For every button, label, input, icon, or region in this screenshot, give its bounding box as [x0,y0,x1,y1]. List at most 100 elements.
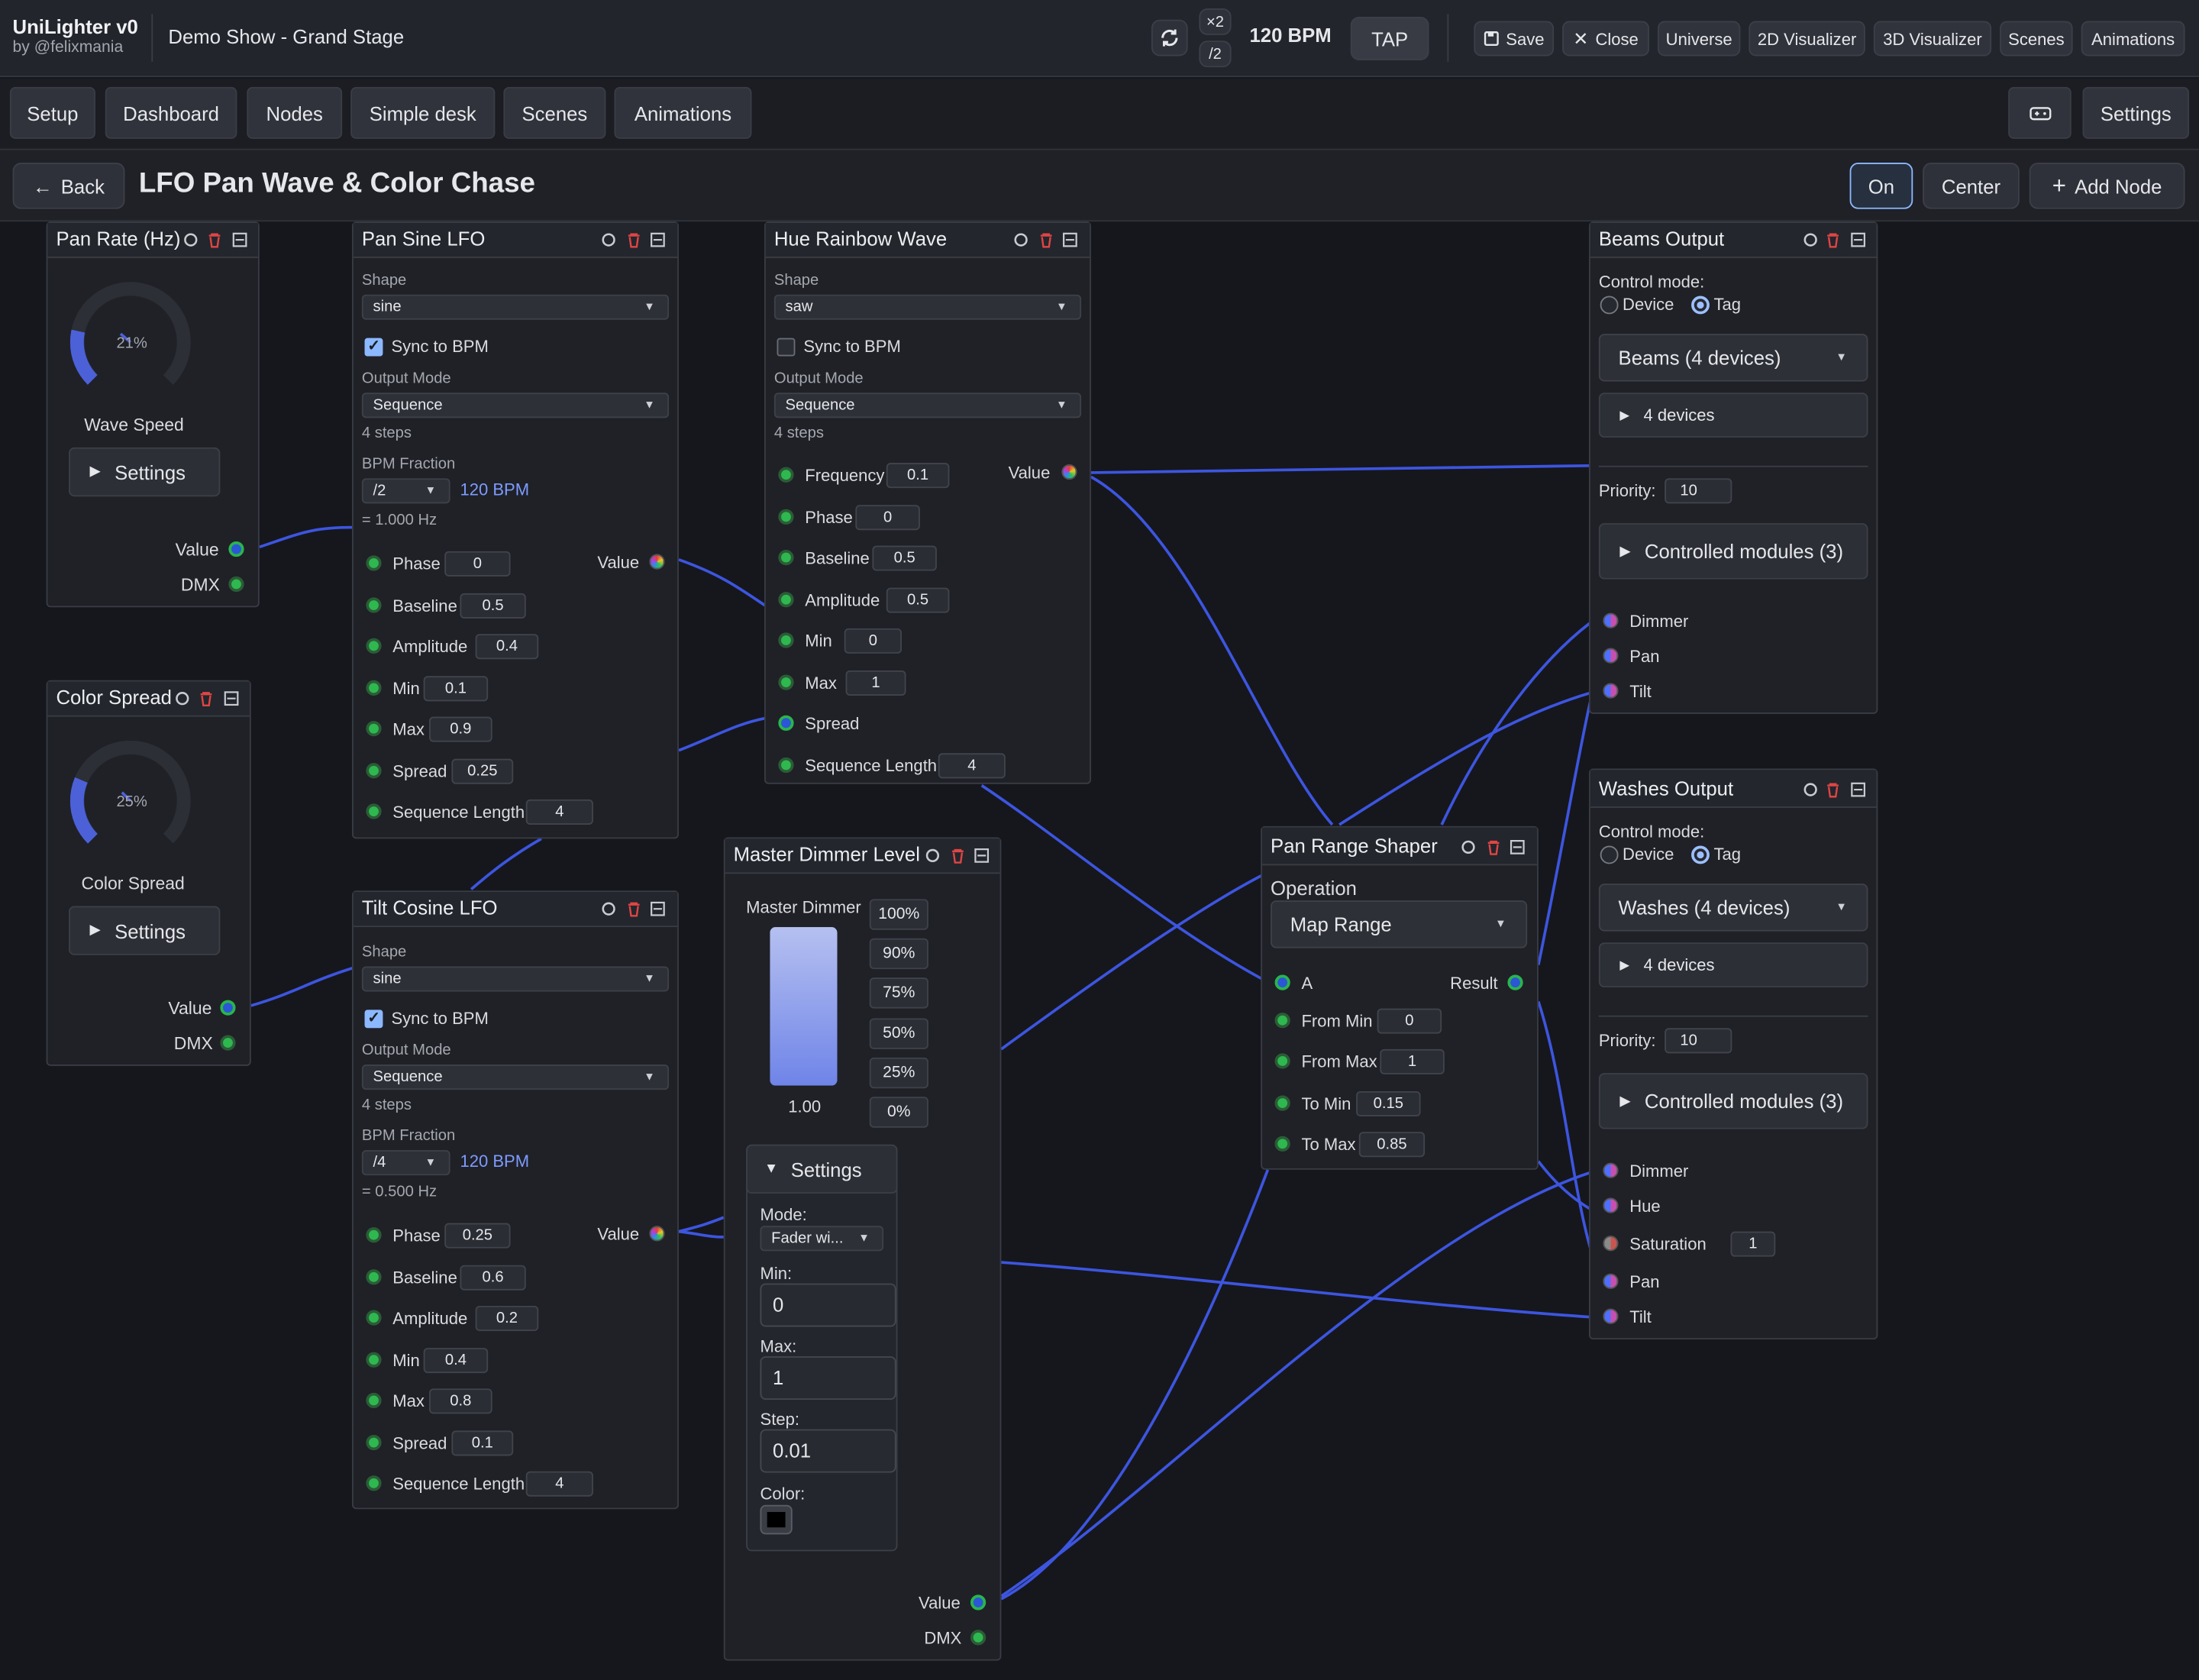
input-port-spread[interactable] [366,1434,382,1450]
node-master-dimmer[interactable]: Master Dimmer Level Master Dimmer 1.00 1… [723,837,1002,1661]
modules-expander[interactable]: ▶ Controlled modules (3) [1598,1073,1868,1129]
preset-50-button[interactable]: 50% [869,1018,928,1049]
param-input-amplitude[interactable]: 0.2 [475,1305,539,1332]
input-port-hue[interactable] [1603,1197,1619,1213]
trash-icon[interactable] [1825,231,1842,248]
collapse-icon[interactable] [649,900,666,917]
circle-icon[interactable] [1802,231,1819,248]
input-port-tilt[interactable] [1603,1308,1619,1324]
input-port-to-min[interactable] [1274,1094,1290,1110]
node-tilt-cosine-lfo[interactable]: Tilt Cosine LFO Shape sine Sync to BPM O… [352,890,679,1510]
input-port-baseline[interactable] [366,1268,382,1284]
input-port-amplitude[interactable] [366,638,382,654]
close-button[interactable]: ✕ Close [1562,21,1649,57]
collapse-icon[interactable] [231,231,248,248]
collapse-icon[interactable] [1850,781,1867,798]
tempo-double-button[interactable]: ×2 [1199,8,1232,35]
circle-icon[interactable] [600,900,617,917]
node-header[interactable]: Beams Output [1590,223,1877,258]
node-header[interactable]: Hue Rainbow Wave [765,223,1090,258]
collapse-icon[interactable] [974,847,990,864]
param-input-frequency[interactable]: 0.1 [886,463,950,489]
scenes-toolbar-button[interactable]: Scenes [2000,21,2073,57]
tag-radio[interactable] [1691,296,1710,315]
node-header[interactable]: Pan Sine LFO [353,223,678,258]
collapse-icon[interactable] [1509,838,1526,855]
output-port-result[interactable] [1507,974,1523,990]
param-input-phase[interactable]: 0.25 [444,1223,511,1249]
trash-icon[interactable] [1038,231,1054,248]
param-input-min[interactable]: 0.1 [423,675,489,701]
circle-icon[interactable] [1012,231,1029,248]
circle-icon[interactable] [1460,838,1477,855]
node-header[interactable]: Pan Range Shaper [1262,827,1538,866]
param-input-from-min[interactable]: 0 [1377,1008,1442,1034]
node-header[interactable]: Pan Rate (Hz) [47,223,258,258]
input-port-min[interactable] [778,632,794,648]
group-select[interactable]: Beams (4 devices) [1598,334,1868,382]
tab-scenes[interactable]: Scenes [503,86,606,139]
param-input-max[interactable]: 0.8 [429,1388,492,1414]
shape-select[interactable]: sine [361,294,670,320]
shape-select[interactable]: saw [773,294,1082,320]
input-port-amplitude[interactable] [366,1310,382,1326]
trash-icon[interactable] [625,231,642,248]
param-input-min[interactable]: 0 [844,628,902,654]
trash-icon[interactable] [625,900,642,917]
output-port-dmx[interactable] [220,1035,236,1051]
output-port-dmx[interactable] [228,576,244,593]
input-port-pan[interactable] [1603,1273,1619,1289]
node-header[interactable]: Tilt Cosine LFO [353,892,678,928]
input-port-baseline[interactable] [366,596,382,612]
power-on-toggle[interactable]: On [1849,163,1913,209]
device-radio[interactable] [1600,296,1619,315]
input-port-max[interactable] [778,674,794,690]
param-input-to-max[interactable]: 0.85 [1358,1132,1426,1158]
circle-icon[interactable] [600,231,617,248]
device-radio[interactable] [1600,845,1619,864]
tab-dashboard[interactable]: Dashboard [105,86,237,139]
bpm-link[interactable]: 120 BPM [460,1152,529,1171]
output-port-value[interactable] [1061,464,1077,480]
input-port-dimmer[interactable] [1603,612,1619,628]
center-button[interactable]: Center [1923,163,2020,209]
circle-icon[interactable] [924,847,941,864]
settings-toggle[interactable]: ▼ Settings [746,1144,898,1194]
input-port-from-min[interactable] [1274,1013,1290,1029]
max-input[interactable]: 1 [760,1356,896,1401]
output-mode-select[interactable]: Sequence [773,393,1082,418]
operation-select[interactable]: Map Range [1271,900,1528,948]
param-input-sequence-length[interactable]: 4 [525,1471,593,1497]
input-port-tilt[interactable] [1603,683,1619,699]
group-select[interactable]: Washes (4 devices) [1598,884,1868,932]
input-port-sequence-length[interactable] [366,1475,382,1491]
circle-icon[interactable] [174,690,191,707]
input-port-dimmer[interactable] [1603,1162,1619,1178]
settings-button[interactable]: ▶ Settings [68,447,221,497]
tab-nodes[interactable]: Nodes [247,86,343,139]
input-port-max[interactable] [366,1392,382,1409]
param-input-baseline[interactable]: 0.5 [872,545,937,571]
devices-expander[interactable]: ▶ 4 devices [1598,942,1868,988]
param-input-sequence-length[interactable]: 4 [938,752,1006,778]
output-mode-select[interactable]: Sequence [361,393,670,418]
tab-animations[interactable]: Animations [614,86,752,139]
collapse-icon[interactable] [649,231,666,248]
mode-select[interactable]: Fader wi... [760,1226,884,1252]
input-port-phase[interactable] [778,508,794,525]
add-node-button[interactable]: + Add Node [2029,163,2185,209]
output-port-value[interactable] [970,1594,986,1611]
tap-button[interactable]: TAP [1350,17,1429,60]
input-port-frequency[interactable] [778,467,794,483]
tempo-half-button[interactable]: /2 [1199,40,1232,68]
bpm-fraction-select[interactable]: /2 [361,478,450,504]
input-port-saturation[interactable] [1603,1236,1619,1252]
output-port-value[interactable] [649,1226,665,1242]
preset-75-button[interactable]: 75% [869,977,928,1009]
input-port-sequence-length[interactable] [778,756,794,773]
visualizer-3d-button[interactable]: 3D Visualizer [1873,21,1992,57]
input-port-spread[interactable] [778,715,794,731]
param-input-spread[interactable]: 0.25 [451,758,514,783]
shape-select[interactable]: sine [361,966,670,992]
param-input-max[interactable]: 1 [845,670,906,696]
